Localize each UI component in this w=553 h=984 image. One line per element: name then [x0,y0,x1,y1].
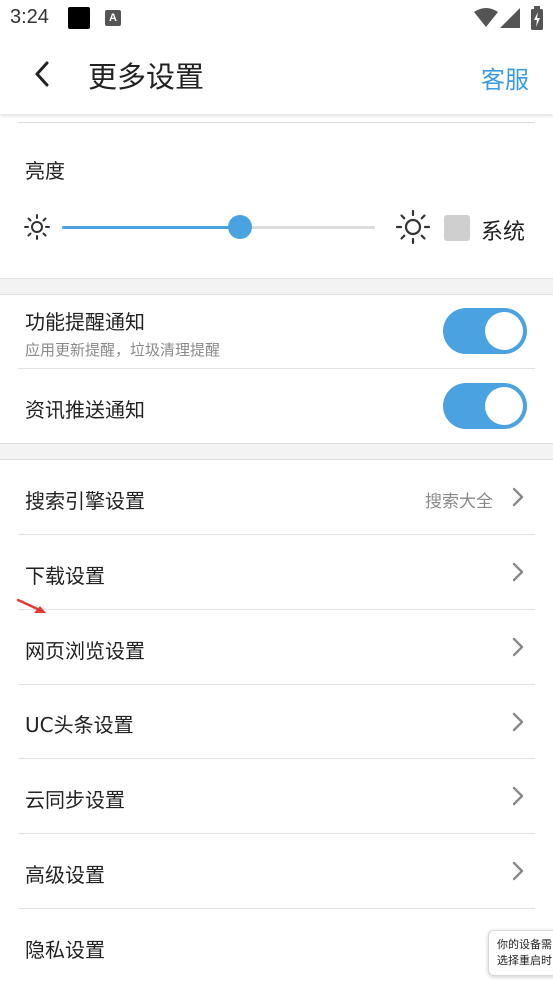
system-toast[interactable]: 你的设备需 选择重启时 [488,930,553,976]
brightness-high-icon [396,210,430,244]
nav-row-label: 搜索引擎设置 [25,489,145,513]
toast-line-1: 你的设备需 [497,938,552,951]
nav-row-label: 云同步设置 [25,788,125,812]
page-title: 更多设置 [88,60,205,94]
section-gap [0,443,553,460]
system-brightness-checkbox[interactable] [444,215,470,241]
battery-icon [531,6,543,30]
news-notification-title: 资讯推送通知 [25,398,145,422]
top-divider [18,122,535,123]
brightness-low-icon [24,214,50,240]
nav-row-web-browsing[interactable]: 网页浏览设置 [0,610,553,685]
chevron-right-icon [512,637,524,657]
chevron-right-icon [512,562,524,582]
nav-row-cloud-sync[interactable]: 云同步设置 [0,759,553,834]
news-notification-toggle[interactable] [443,383,527,429]
feature-notification-toggle[interactable] [443,308,527,354]
chevron-right-icon [512,712,524,732]
app-header: 更多设置 客服 [0,36,553,114]
nav-row-label: 隐私设置 [25,938,105,962]
toggle-knob [485,312,523,350]
nav-row-label: 下载设置 [25,564,105,588]
toast-line-2: 选择重启时 [497,954,552,967]
feature-notification-subtitle: 应用更新提醒，垃圾清理提醒 [25,341,221,359]
toggle-knob [485,387,523,425]
status-bar: 3:24 A [0,0,553,36]
status-time: 3:24 [10,6,49,28]
system-brightness-label: 系统 [481,220,526,245]
nav-row-label: 高级设置 [25,863,105,887]
nav-row-privacy[interactable]: 隐私设置 [0,909,553,984]
nav-row-download[interactable]: 下载设置 [0,535,553,610]
nav-row-label: UC头条设置 [25,713,134,737]
wifi-icon [474,8,498,27]
nav-row-uc-headlines[interactable]: UC头条设置 [0,685,553,760]
section-gap [0,278,553,295]
chevron-left-icon [35,61,49,87]
notification-app-icon [68,7,90,29]
brightness-slider[interactable] [62,215,375,239]
signal-icon [500,8,520,28]
chevron-right-icon [512,861,524,881]
feature-notification-title: 功能提醒通知 [25,310,145,334]
brightness-slider-fill [62,226,240,229]
brightness-title: 亮度 [25,159,65,183]
nav-row-value: 搜索大全 [425,492,493,512]
notification-letter-icon: A [105,10,121,26]
nav-row-search-engine[interactable]: 搜索引擎设置 搜索大全 [0,460,553,535]
chevron-right-icon [512,487,524,507]
nav-row-advanced[interactable]: 高级设置 [0,834,553,909]
back-button[interactable] [24,56,60,92]
nav-row-label: 网页浏览设置 [25,639,145,663]
chevron-right-icon [512,786,524,806]
customer-service-link[interactable]: 客服 [481,60,529,95]
brightness-slider-thumb[interactable] [228,215,252,239]
row-divider [18,368,535,369]
